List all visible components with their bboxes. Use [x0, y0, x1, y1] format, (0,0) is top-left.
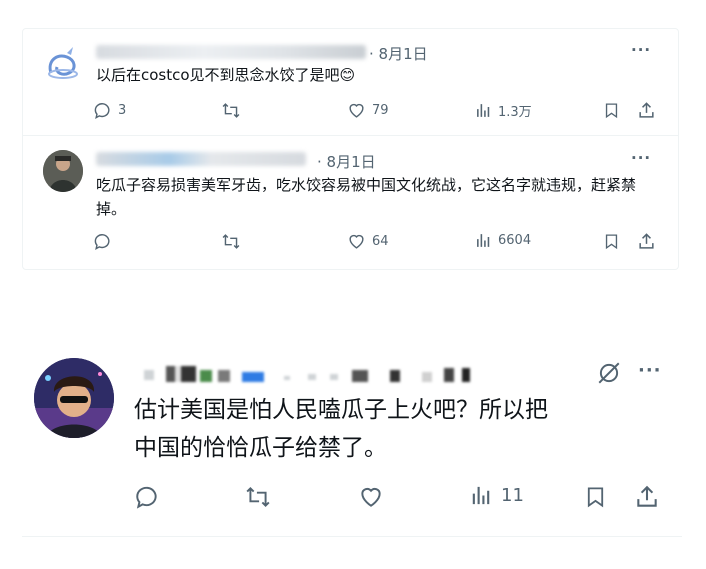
share-button[interactable] — [637, 232, 656, 251]
grok-icon[interactable] — [596, 360, 622, 390]
post-actions: 64 6604 — [23, 232, 678, 254]
post-text: 以后在costco见不到思念水饺了是吧😊 — [96, 66, 356, 84]
post-text: 吃瓜子容易损害美军牙齿，吃水饺容易被中国文化统战，它这名字就违规，赶紧禁掉。 — [96, 176, 637, 218]
reply-post-1[interactable]: · 8月1日 ··· 以后在costco见不到思念水饺了是吧😊 3 79 1.3… — [23, 29, 678, 136]
like-icon — [361, 487, 381, 507]
repost-button[interactable] — [221, 232, 241, 251]
share-button[interactable] — [637, 101, 656, 120]
main-post[interactable]: ··· 估计美国是怕人民嗑瓜子上火吧？所以把 中国的恰恰瓜子给禁了。 11 — [22, 340, 682, 537]
views-button[interactable]: 11 — [470, 484, 524, 507]
views-count: 11 — [501, 485, 524, 506]
post-actions: 11 — [22, 484, 682, 512]
more-icon[interactable]: ··· — [631, 149, 651, 167]
post-text-line1: 估计美国是怕人民嗑瓜子上火吧？所以把 — [134, 397, 548, 423]
views-icon — [477, 104, 490, 117]
reply-icon — [94, 234, 110, 251]
views-button[interactable]: 1.3万 — [475, 101, 532, 120]
avatar[interactable] — [43, 43, 83, 83]
like-button[interactable]: 64 — [347, 232, 389, 251]
like-icon — [349, 234, 364, 249]
like-button[interactable]: 79 — [347, 101, 389, 120]
views-icon — [472, 486, 490, 505]
share-icon — [639, 102, 654, 118]
like-button[interactable] — [358, 484, 384, 510]
reply-icon — [94, 103, 110, 120]
username-blurred[interactable] — [96, 152, 306, 166]
avatar[interactable] — [43, 150, 83, 192]
post-date[interactable]: · 8月1日 — [317, 151, 376, 172]
reply-count: 3 — [118, 103, 127, 118]
repost-icon — [246, 486, 270, 508]
bookmark-button[interactable] — [584, 484, 607, 510]
share-button[interactable] — [634, 484, 660, 510]
username-blurred[interactable] — [96, 45, 366, 59]
more-icon[interactable]: ··· — [638, 360, 662, 381]
views-icon — [477, 234, 490, 247]
share-icon — [637, 485, 657, 507]
avatar[interactable] — [34, 358, 114, 438]
repost-icon — [222, 103, 240, 118]
like-count: 79 — [372, 103, 389, 118]
username-blurred[interactable] — [144, 366, 504, 384]
reply-button[interactable] — [134, 484, 160, 510]
bookmark-button[interactable] — [603, 232, 620, 251]
share-icon — [639, 233, 654, 249]
reply-button[interactable]: 3 — [93, 101, 126, 120]
bookmark-icon — [605, 103, 618, 119]
views-count: 6604 — [498, 233, 532, 248]
bookmark-icon — [605, 234, 618, 250]
bookmark-icon — [587, 487, 604, 508]
views-button[interactable]: 6604 — [475, 232, 531, 249]
repost-button[interactable] — [244, 484, 272, 510]
more-icon[interactable]: ··· — [631, 41, 651, 59]
post-date[interactable]: · 8月1日 — [369, 43, 428, 64]
reply-button[interactable] — [93, 232, 118, 251]
like-icon — [349, 103, 364, 118]
like-count: 64 — [372, 234, 389, 249]
post-text-line2: 中国的恰恰瓜子给禁了。 — [134, 435, 387, 461]
views-count: 1.3万 — [498, 105, 532, 120]
repost-icon — [222, 234, 240, 249]
reply-post-2[interactable]: · 8月1日 ··· 吃瓜子容易损害美军牙齿，吃水饺容易被中国文化统战，它这名字… — [23, 136, 678, 269]
reply-icon — [136, 486, 157, 509]
repost-button[interactable] — [221, 101, 241, 120]
replies-card: · 8月1日 ··· 以后在costco见不到思念水饺了是吧😊 3 79 1.3… — [22, 28, 679, 270]
bookmark-button[interactable] — [603, 101, 620, 120]
post-actions: 3 79 1.3万 — [23, 101, 678, 123]
